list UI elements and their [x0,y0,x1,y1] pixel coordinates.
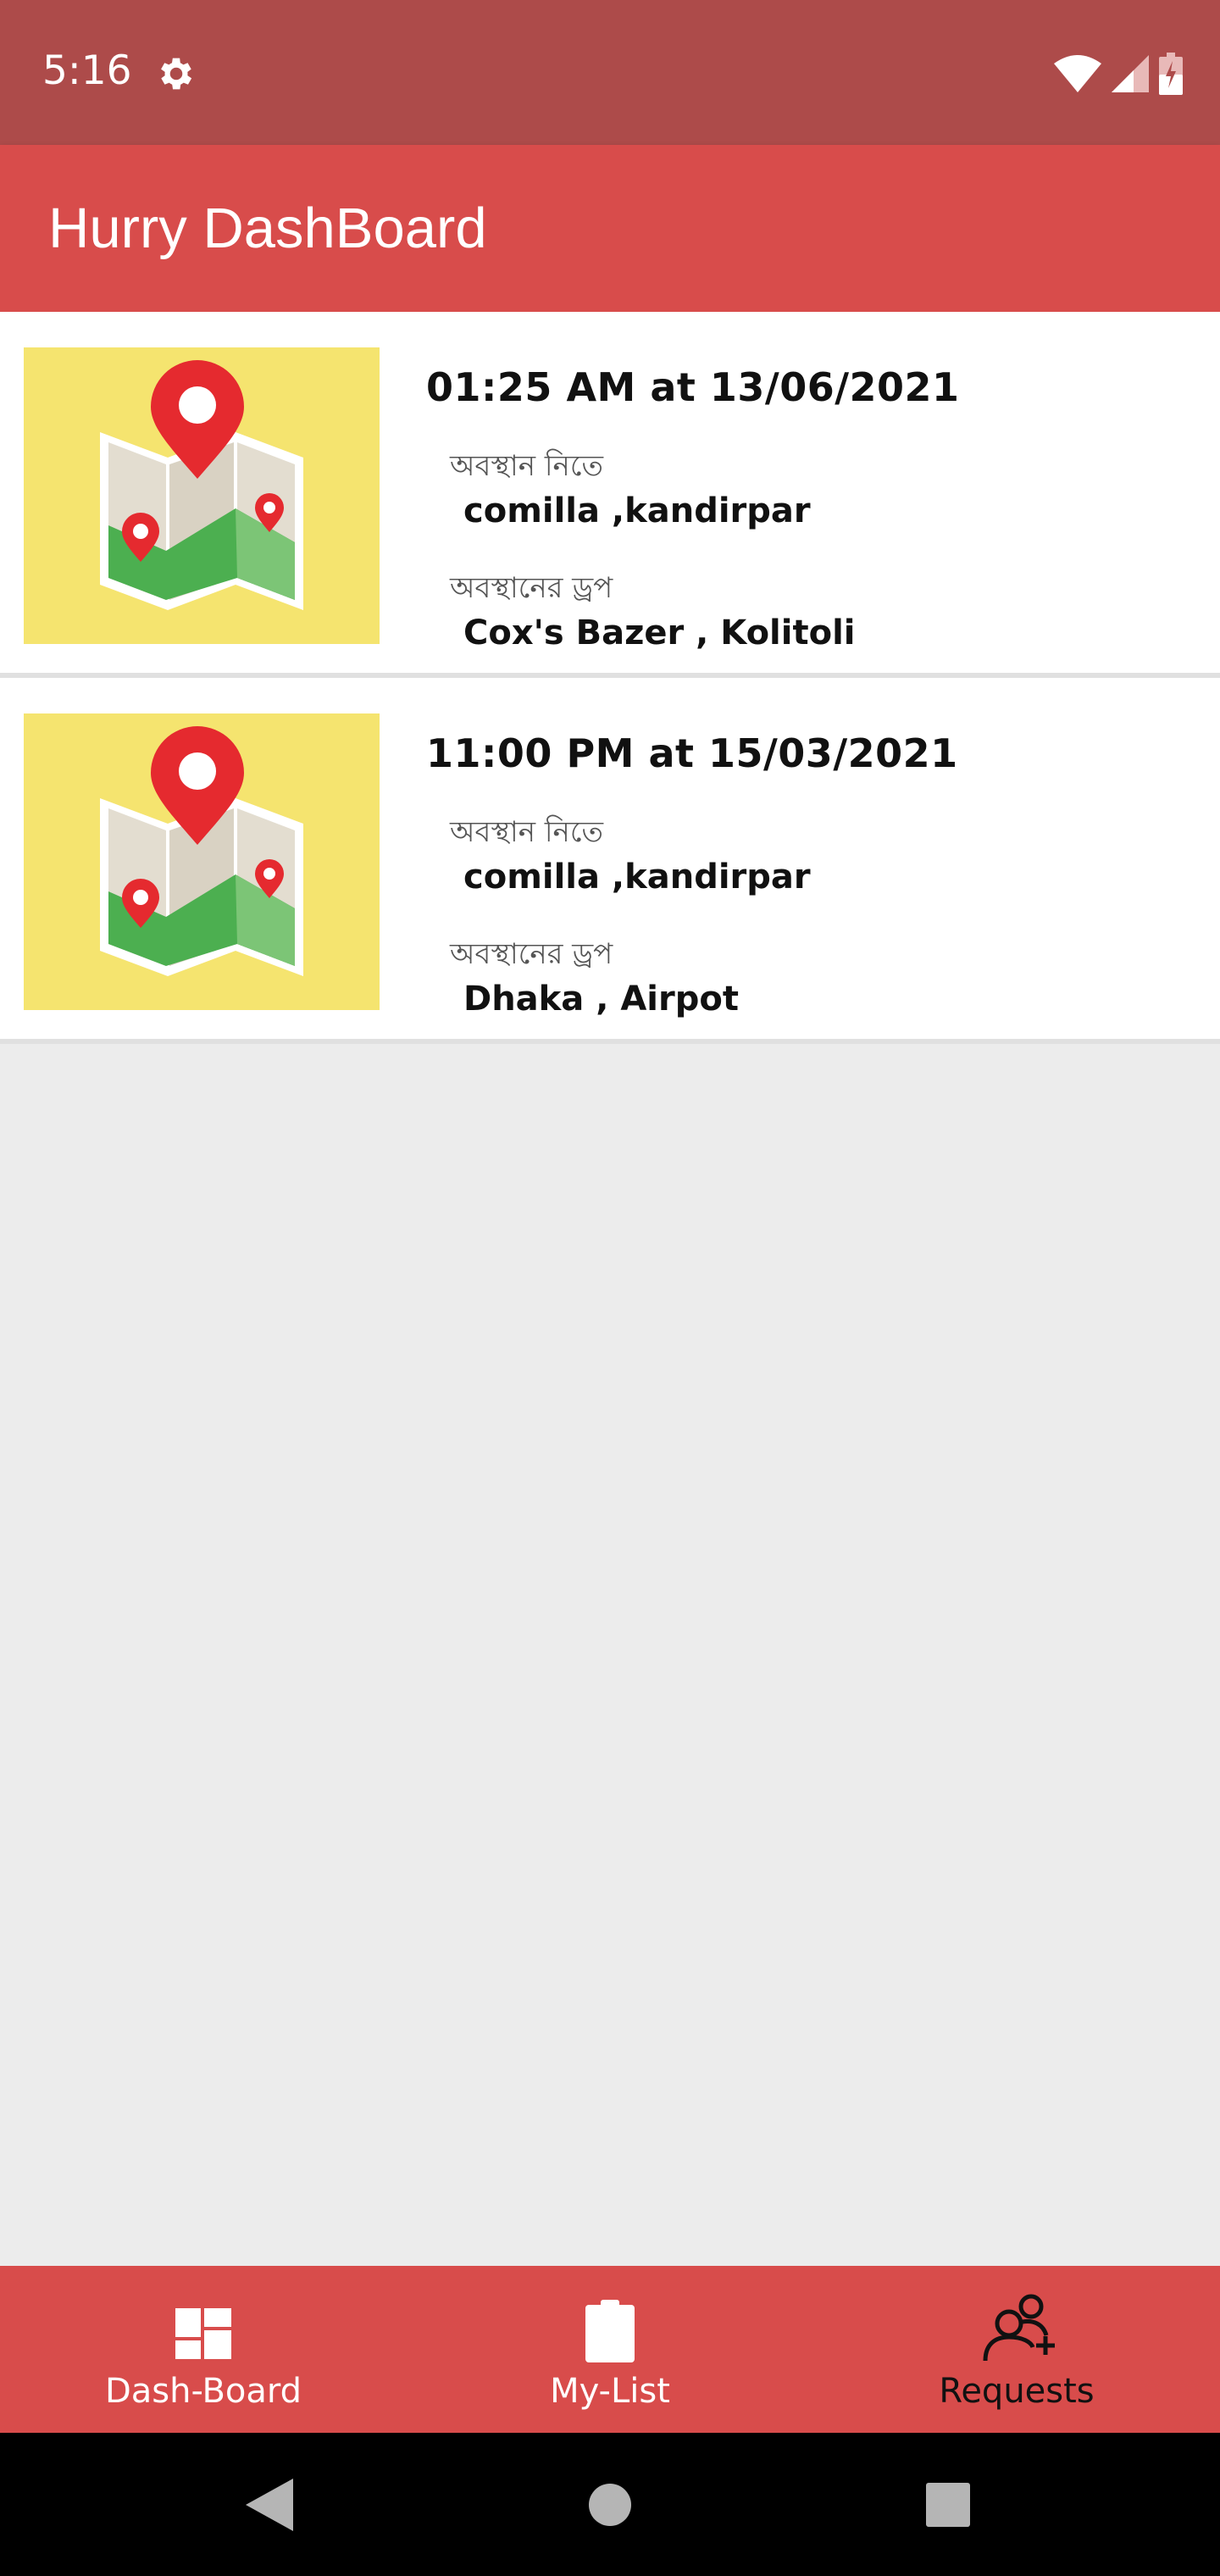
ride-time: 01:25 AM at 13/06/2021 [426,364,960,410]
drop-label: অবস্থানের ড্রপ [450,571,613,605]
drop-location: Cox's Bazer , Kolitoli [463,613,856,652]
page-title: Hurry DashBoard [48,197,487,260]
pickup-label: অবস্থান নিতে [450,449,604,483]
drop-label: অবস্থানের ড্রপ [450,937,613,971]
pickup-location: comilla ,kandirpar [463,858,811,897]
status-time: 5:16 [42,47,132,94]
home-icon[interactable] [588,2483,632,2527]
add-user-icon [983,2294,1055,2362]
nav-item-my-list[interactable]: My-List [407,2266,813,2433]
nav-label-dashboard: Dash-Board [104,2372,302,2411]
battery-charging-icon [1159,53,1183,95]
map-pin-icon [24,347,380,644]
gear-icon [161,58,192,90]
status-icons [1054,53,1183,95]
clipboard-icon [585,2300,635,2362]
back-icon[interactable] [246,2478,293,2531]
app-bar: Hurry DashBoard [0,145,1220,312]
pickup-label: অবস্থান নিতে [450,815,604,849]
nav-label-my-list: My-List [550,2372,670,2411]
ride-card[interactable]: 11:00 PM at 15/03/2021 অবস্থান নিতে comi… [0,678,1220,1044]
status-bar: 5:16 [0,0,1220,145]
nav-label-requests: Requests [939,2372,1095,2411]
pickup-location: comilla ,kandirpar [463,491,811,530]
signal-icon [1112,55,1149,92]
bottom-nav: Dash-Board My-List Requests [0,2266,1220,2433]
system-nav-bar [0,2433,1220,2576]
nav-item-requests[interactable]: Requests [813,2266,1220,2433]
ride-time: 11:00 PM at 15/03/2021 [426,730,958,776]
map-pin-icon [24,713,380,1010]
nav-item-dashboard[interactable]: Dash-Board [0,2266,407,2433]
wifi-icon [1054,55,1101,92]
dashboard-icon [175,2308,231,2359]
ride-list: 01:25 AM at 13/06/2021 অবস্থান নিতে comi… [0,312,1220,1044]
recents-icon[interactable] [926,2482,970,2527]
drop-location: Dhaka , Airpot [463,980,739,1019]
ride-card[interactable]: 01:25 AM at 13/06/2021 অবস্থান নিতে comi… [0,312,1220,678]
